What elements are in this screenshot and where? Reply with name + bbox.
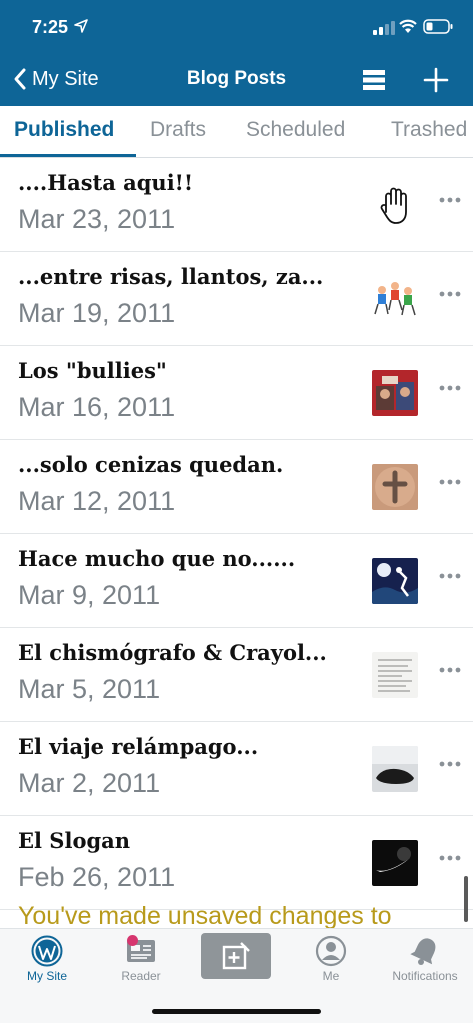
write-icon xyxy=(222,942,250,970)
tab-label: Reader xyxy=(121,969,161,983)
post-title: Los "bullies" xyxy=(18,358,167,383)
post-thumbnail xyxy=(372,746,418,792)
bell-icon xyxy=(410,938,436,965)
post-thumbnail xyxy=(372,652,418,698)
post-row[interactable]: Los "bullies" Mar 16, 2011 xyxy=(0,346,473,440)
unsaved-changes-notice[interactable]: You've made unsaved changes to xyxy=(18,902,473,931)
post-title: El viaje relámpago... xyxy=(18,734,259,759)
post-date: Mar 16, 2011 xyxy=(18,392,176,422)
tab-label: Notifications xyxy=(392,969,458,983)
ellipsis-icon xyxy=(439,573,461,579)
more-options-button[interactable] xyxy=(437,750,463,778)
post-date: Mar 9, 2011 xyxy=(18,580,161,610)
post-row[interactable]: El viaje relámpago... Mar 2, 2011 xyxy=(0,722,473,816)
post-title: El Slogan xyxy=(18,828,131,853)
ellipsis-icon xyxy=(439,479,461,485)
more-options-button[interactable] xyxy=(437,844,463,872)
battery-icon xyxy=(423,19,453,34)
wordpress-icon xyxy=(31,935,63,967)
tab-notifications[interactable]: Notifications xyxy=(378,929,472,991)
post-title: El chismógrafo & Crayol... xyxy=(18,640,327,665)
post-row[interactable]: El Slogan Feb 26, 2011 xyxy=(0,816,473,910)
post-date: Mar 12, 2011 xyxy=(18,486,176,516)
tab-label: Me xyxy=(322,969,340,983)
more-options-button[interactable] xyxy=(437,374,463,402)
post-row[interactable]: El chismógrafo & Crayol... Mar 5, 2011 xyxy=(0,628,473,722)
home-indicator[interactable] xyxy=(152,1009,321,1014)
add-post-button[interactable] xyxy=(422,66,450,94)
post-title: ...entre risas, llantos, za... xyxy=(18,264,324,289)
post-date: Feb 26, 2011 xyxy=(18,862,176,892)
tab-reader[interactable]: Reader xyxy=(94,929,188,991)
more-options-button[interactable] xyxy=(437,656,463,684)
app-header: 7:25 My Site Blog Posts xyxy=(0,0,473,106)
cell-signal-icon xyxy=(373,21,395,35)
post-row[interactable]: ....Hasta aqui!! Mar 23, 2011 xyxy=(0,158,473,252)
post-title: ...solo cenizas quedan. xyxy=(18,452,284,477)
post-title: Hace mucho que no...... xyxy=(18,546,296,571)
back-button[interactable]: My Site xyxy=(12,64,99,94)
ellipsis-icon xyxy=(439,385,461,391)
ellipsis-icon xyxy=(439,667,461,673)
post-thumbnail xyxy=(372,276,418,322)
ellipsis-icon xyxy=(439,197,461,203)
ellipsis-icon xyxy=(439,291,461,297)
tab-label: My Site xyxy=(26,969,67,983)
active-tab-indicator xyxy=(0,154,136,157)
tab-published[interactable]: Published xyxy=(14,118,114,142)
back-label: My Site xyxy=(32,67,99,90)
post-date: Mar 2, 2011 xyxy=(18,768,161,798)
status-tabs: Published Drafts Scheduled Trashed xyxy=(0,106,473,158)
reader-unread-badge xyxy=(127,935,138,946)
user-icon xyxy=(315,935,347,967)
write-post-button[interactable] xyxy=(201,933,271,979)
chevron-left-icon xyxy=(14,68,26,90)
post-thumbnail xyxy=(372,464,418,510)
post-date: Mar 19, 2011 xyxy=(18,298,176,328)
post-thumbnail xyxy=(372,558,418,604)
ellipsis-icon xyxy=(439,761,461,767)
more-options-button[interactable] xyxy=(437,468,463,496)
post-date: Mar 23, 2011 xyxy=(18,204,176,234)
list-view-icon[interactable] xyxy=(360,66,388,94)
tab-my-site[interactable]: My Site xyxy=(0,929,94,991)
post-title: ....Hasta aqui!! xyxy=(18,170,194,195)
post-row[interactable]: Hace mucho que no...... Mar 9, 2011 xyxy=(0,534,473,628)
post-row[interactable]: ...entre risas, llantos, za... Mar 19, 2… xyxy=(0,252,473,346)
tab-drafts[interactable]: Drafts xyxy=(150,118,206,142)
tab-me[interactable]: Me xyxy=(284,929,378,991)
wifi-icon xyxy=(399,19,417,33)
ellipsis-icon xyxy=(439,855,461,861)
post-thumbnail xyxy=(372,840,418,886)
tab-trashed[interactable]: Trashed xyxy=(391,118,467,142)
post-date: Mar 5, 2011 xyxy=(18,674,161,704)
location-arrow-icon xyxy=(74,19,88,33)
status-time: 7:25 xyxy=(32,17,69,37)
hand-stop-icon xyxy=(372,182,418,228)
more-options-button[interactable] xyxy=(437,186,463,214)
more-options-button[interactable] xyxy=(437,280,463,308)
tab-scheduled[interactable]: Scheduled xyxy=(246,118,345,142)
post-thumbnail xyxy=(372,370,418,416)
post-row[interactable]: ...solo cenizas quedan. Mar 12, 2011 xyxy=(0,440,473,534)
more-options-button[interactable] xyxy=(437,562,463,590)
post-list: ....Hasta aqui!! Mar 23, 2011 ...entre r… xyxy=(0,158,473,910)
